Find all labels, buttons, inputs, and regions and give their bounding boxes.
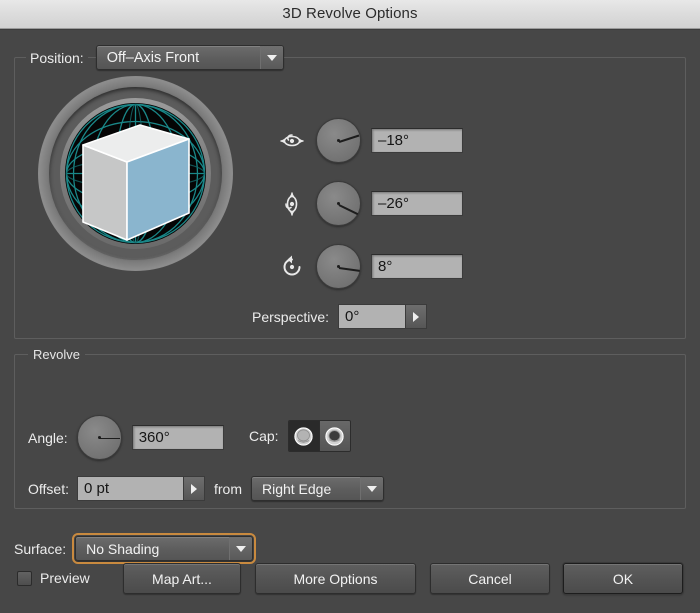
more-options-button[interactable]: More Options <box>255 563 416 594</box>
offset-from-dropdown-value: Right Edge <box>261 480 332 497</box>
rotate-y-row: –26° <box>278 181 463 226</box>
offset-stepper[interactable]: 0 pt <box>76 476 205 501</box>
window-title: 3D Revolve Options <box>282 5 418 22</box>
revolve-angle-label: Angle: <box>28 429 68 446</box>
rotate-y-axis-icon <box>278 190 306 218</box>
offset-popup-arrow-icon[interactable] <box>182 477 204 500</box>
cap-button-group <box>287 420 351 452</box>
revolve-angle-row: Angle: 360° <box>28 415 224 460</box>
position-dropdown-value: Off–Axis Front <box>106 49 200 66</box>
rotate-y-input[interactable]: –26° <box>371 191 463 216</box>
rotate-x-input[interactable]: –18° <box>371 128 463 153</box>
perspective-row: Perspective: 0° <box>252 304 428 329</box>
offset-row: Offset: 0 pt from Right Edge <box>28 476 384 501</box>
rotate-z-row: 8° <box>278 244 463 289</box>
rotate-z-input[interactable]: 8° <box>371 254 463 279</box>
rotate-z-dial[interactable] <box>316 244 361 289</box>
chevron-down-icon <box>359 477 383 500</box>
rotate-x-row: –18° <box>278 118 463 163</box>
offset-input[interactable]: 0 pt <box>77 477 183 500</box>
rotate-x-axis-icon <box>278 127 306 155</box>
map-art-button[interactable]: Map Art... <box>123 563 241 594</box>
preview-label: Preview <box>40 570 90 586</box>
cancel-button[interactable]: Cancel <box>430 563 550 594</box>
offset-from-dropdown[interactable]: Right Edge <box>250 476 384 501</box>
rotate-y-dial[interactable] <box>316 181 361 226</box>
position-row: Position: Off–Axis Front <box>26 45 284 70</box>
window-titlebar: 3D Revolve Options <box>0 0 700 29</box>
preview-checkbox[interactable] <box>17 570 32 586</box>
cap-on-button[interactable] <box>288 421 319 451</box>
preview-row[interactable]: Preview <box>17 570 90 586</box>
revolve-angle-input[interactable]: 360° <box>131 425 224 450</box>
cap-row: Cap: <box>249 420 351 452</box>
revolve-legend: Revolve <box>28 347 85 362</box>
perspective-label: Perspective: <box>252 308 330 325</box>
rotate-z-axis-icon <box>278 253 306 281</box>
perspective-stepper[interactable]: 0° <box>338 304 428 329</box>
offset-from-label: from <box>213 480 242 497</box>
preview-cube <box>82 124 190 241</box>
cap-label: Cap: <box>249 428 279 444</box>
perspective-input[interactable]: 0° <box>339 305 406 328</box>
offset-label: Offset: <box>28 480 69 497</box>
rotate-x-dial[interactable] <box>316 118 361 163</box>
cube-rotation-preview[interactable] <box>38 76 233 271</box>
cap-off-button[interactable] <box>318 421 350 451</box>
dialog-footer: Preview Map Art... More Options Cancel O… <box>0 550 700 613</box>
revolve-angle-dial[interactable] <box>76 415 122 460</box>
dialog-body: Position: Off–Axis Front –18° –26° 8° Pe… <box>0 30 700 613</box>
position-label: Position: <box>26 49 88 66</box>
ok-button[interactable]: OK <box>563 563 683 594</box>
chevron-down-icon <box>259 46 283 69</box>
perspective-popup-arrow-icon[interactable] <box>405 305 427 328</box>
position-dropdown[interactable]: Off–Axis Front <box>95 45 284 70</box>
